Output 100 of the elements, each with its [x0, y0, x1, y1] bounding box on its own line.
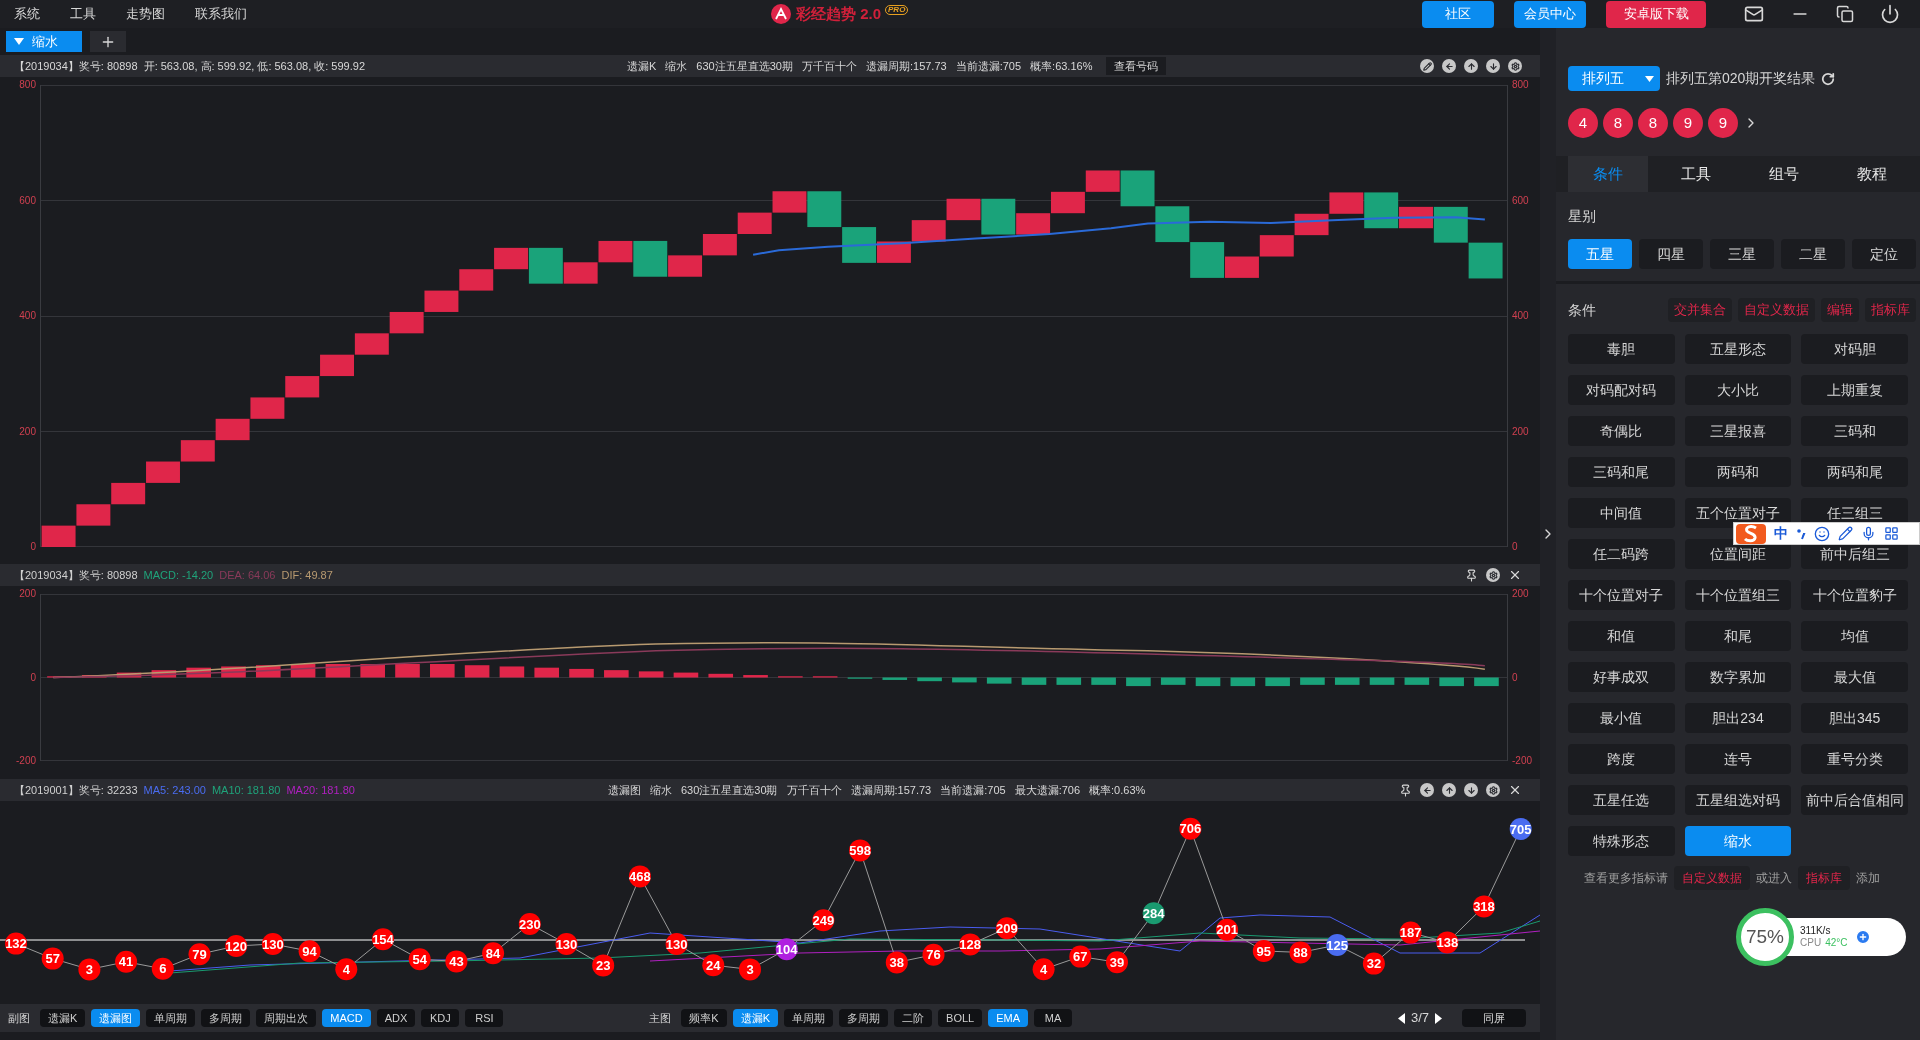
arrow-up-icon[interactable] — [1464, 59, 1478, 73]
condition-link[interactable]: 自定义数据 — [1738, 298, 1815, 322]
arrow-down-icon[interactable] — [1464, 783, 1478, 797]
condition-button[interactable]: 对码配对码 — [1568, 375, 1675, 405]
header-button[interactable]: 安卓版下载 — [1606, 0, 1706, 28]
punctuation-icon[interactable] — [1796, 527, 1806, 540]
condition-button[interactable]: 三码和尾 — [1568, 457, 1675, 487]
macd-bar — [186, 667, 211, 678]
panel-tab[interactable]: 条件 — [1568, 156, 1648, 192]
toolbar-button[interactable]: 二阶 — [894, 1009, 933, 1027]
condition-button[interactable]: 十个位置豹子 — [1801, 580, 1908, 610]
settings-icon[interactable] — [1508, 59, 1522, 73]
condition-button[interactable]: 中间值 — [1568, 498, 1675, 528]
star-option[interactable]: 四星 — [1639, 239, 1703, 269]
condition-link[interactable]: 交并集合 — [1668, 298, 1732, 322]
condition-button[interactable]: 三星报喜 — [1684, 416, 1792, 446]
settings-icon[interactable] — [1486, 783, 1500, 797]
condition-button[interactable]: 连号 — [1684, 744, 1792, 774]
pin-icon[interactable] — [1399, 783, 1412, 797]
toolbar-button[interactable]: 多周期 — [201, 1009, 251, 1027]
condition-button[interactable]: 好事成双 — [1568, 662, 1675, 692]
toolbar-button[interactable]: MA — [1034, 1009, 1073, 1027]
condition-link[interactable]: 指标库 — [1865, 298, 1916, 322]
toolbar-button[interactable]: BOLL — [938, 1009, 983, 1027]
previous-icon[interactable] — [1397, 1012, 1405, 1024]
condition-button[interactable]: 三码和 — [1801, 416, 1908, 446]
panel-tab[interactable]: 工具 — [1656, 156, 1736, 192]
toolbar-button[interactable]: RSI — [465, 1009, 504, 1027]
condition-button[interactable]: 特殊形态 — [1568, 826, 1675, 856]
condition-button[interactable]: 五星形态 — [1684, 334, 1792, 364]
condition-button[interactable]: 五星任选 — [1568, 785, 1675, 815]
condition-button[interactable]: 前中后合值相同 — [1801, 785, 1908, 815]
condition-button[interactable]: 最大值 — [1801, 662, 1908, 692]
arrow-down-icon[interactable] — [1486, 59, 1500, 73]
header-value: 【2019001】奖号: 32233 — [14, 782, 138, 798]
toolbar-button[interactable]: 周期出次 — [256, 1009, 317, 1027]
emoji-icon[interactable] — [1814, 525, 1830, 542]
condition-button[interactable]: 上期重复 — [1801, 375, 1908, 405]
menu-item[interactable]: 走势图 — [126, 4, 165, 24]
microphone-icon[interactable] — [1861, 526, 1876, 541]
power-icon[interactable] — [1880, 4, 1900, 24]
macd-bar — [1369, 677, 1395, 685]
toolbar-button[interactable]: 多周期 — [839, 1009, 889, 1027]
edit-icon[interactable] — [1420, 59, 1434, 73]
condition-button[interactable]: 五星组选对码 — [1684, 785, 1792, 815]
restore-icon[interactable] — [1836, 5, 1854, 23]
back-icon[interactable] — [1442, 59, 1456, 73]
condition-link[interactable]: 编辑 — [1821, 298, 1859, 322]
refresh-icon[interactable] — [1821, 71, 1836, 86]
condition-button[interactable]: 十个位置组三 — [1684, 580, 1792, 610]
toolbar-button[interactable]: ADX — [376, 1009, 416, 1027]
menu-item[interactable]: 系统 — [14, 4, 40, 24]
condition-button[interactable]: 最小值 — [1568, 703, 1675, 733]
star-option[interactable]: 三星 — [1710, 239, 1774, 269]
condition-button[interactable]: 和值 — [1568, 621, 1675, 651]
menu-item[interactable]: 工具 — [70, 4, 96, 24]
next-icon[interactable] — [1435, 1012, 1442, 1024]
footer-link[interactable]: 指标库 — [1798, 866, 1850, 890]
condition-button[interactable]: 任二码跨 — [1568, 539, 1675, 569]
toolbar-button[interactable]: 单周期 — [146, 1009, 196, 1027]
condition-button[interactable]: 两码和尾 — [1801, 457, 1908, 487]
condition-button[interactable]: 跨度 — [1568, 744, 1675, 774]
condition-button[interactable]: 对码胆 — [1801, 334, 1908, 364]
settings-icon[interactable] — [1486, 568, 1500, 582]
candlestick — [1155, 206, 1190, 243]
add-icon[interactable] — [1855, 929, 1872, 945]
condition-button[interactable]: 重号分类 — [1801, 744, 1908, 774]
mail-icon[interactable] — [1744, 4, 1764, 24]
condition-button[interactable]: 数字累加 — [1684, 662, 1792, 692]
close-icon[interactable] — [1508, 783, 1522, 797]
condition-button[interactable]: 奇偶比 — [1568, 416, 1675, 446]
toolbar-button[interactable]: KDJ — [421, 1009, 460, 1027]
toolbar-button[interactable]: 遗漏K — [40, 1009, 86, 1027]
condition-button[interactable]: 两码和 — [1684, 457, 1792, 487]
footer-link[interactable]: 自定义数据 — [1674, 866, 1750, 890]
condition-button[interactable]: 大小比 — [1684, 375, 1792, 405]
star-option[interactable]: 二星 — [1781, 239, 1845, 269]
split-screen-button[interactable]: 同屏 — [1462, 1009, 1526, 1027]
toolbar-button[interactable]: 频率K — [681, 1009, 727, 1027]
condition-button[interactable]: 位置间距 — [1684, 539, 1792, 569]
condition-button[interactable]: 和尾 — [1684, 621, 1792, 651]
condition-button[interactable]: 十个位置对子 — [1568, 580, 1675, 610]
grid-icon[interactable] — [1884, 526, 1899, 541]
toolbar-button[interactable]: 单周期 — [784, 1009, 834, 1027]
condition-button[interactable]: 胆出234 — [1684, 703, 1792, 733]
condition-button[interactable]: 毒胆 — [1568, 334, 1675, 364]
add-tab-button[interactable] — [90, 31, 126, 52]
panel-tab[interactable]: 组号 — [1744, 156, 1824, 192]
pen-icon[interactable] — [1838, 526, 1853, 541]
panel-tab[interactable]: 教程 — [1832, 156, 1912, 192]
arrow-up-icon[interactable] — [1442, 783, 1456, 797]
menu-item[interactable]: 联系我们 — [195, 4, 247, 24]
condition-button[interactable]: 均值 — [1801, 621, 1908, 651]
pin-icon[interactable] — [1465, 568, 1478, 582]
pro-badge: PRO — [885, 5, 909, 16]
view-numbers-button[interactable]: 查看号码 — [1106, 57, 1167, 75]
star-option[interactable]: 定位 — [1852, 239, 1916, 269]
condition-button[interactable]: 胆出345 — [1801, 703, 1908, 733]
close-icon[interactable] — [1508, 568, 1522, 582]
back-icon[interactable] — [1420, 783, 1434, 797]
